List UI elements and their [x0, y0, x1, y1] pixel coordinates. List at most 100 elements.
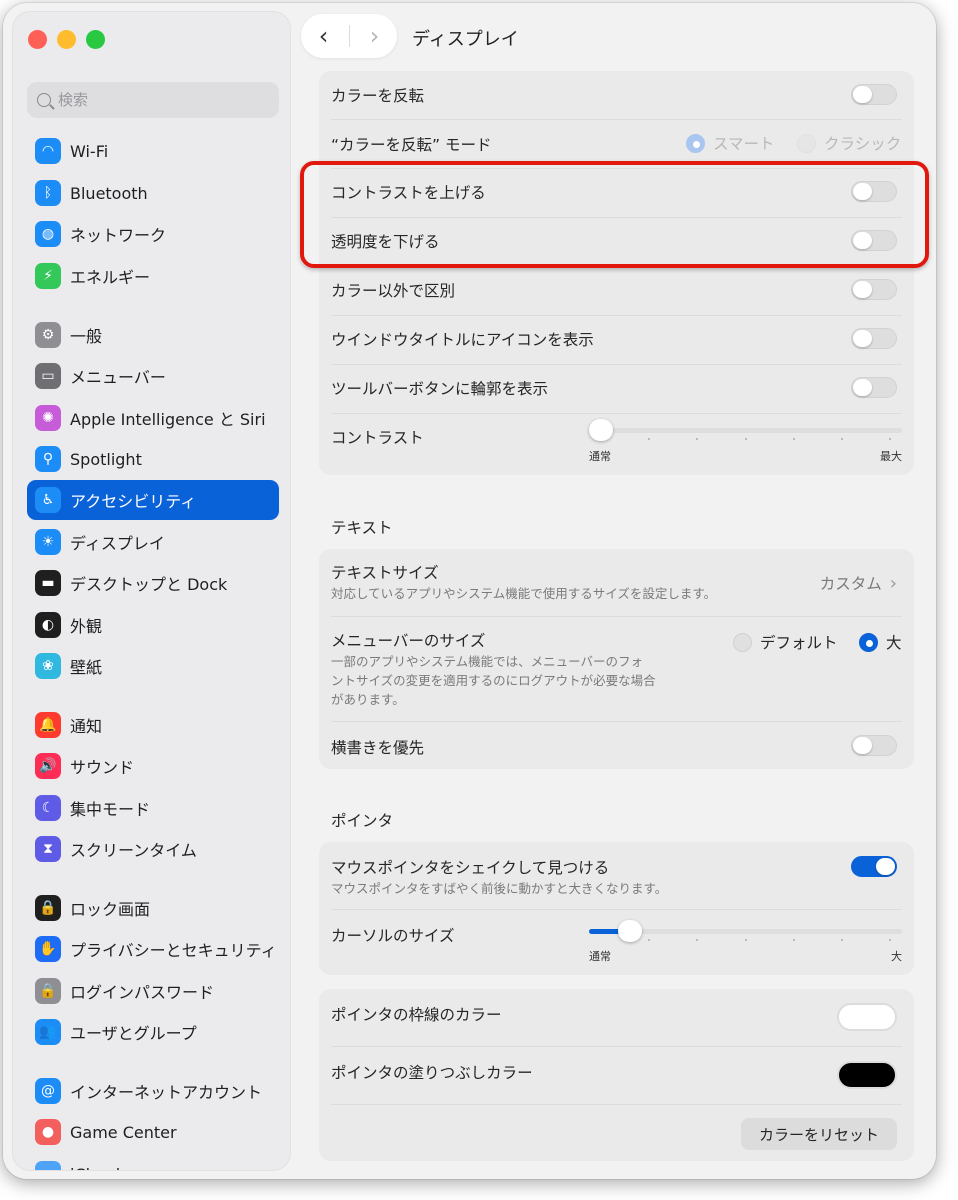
accessibility-icon: ♿ — [35, 487, 61, 513]
speaker-icon: 🔊 — [35, 753, 61, 779]
sidebar-item[interactable]: ⚲ Spotlight — [27, 439, 279, 479]
slider-tick — [648, 939, 651, 941]
invert-colors-toggle[interactable] — [851, 84, 897, 105]
radio-dot — [797, 133, 816, 153]
sidebar-item[interactable]: 🔒 ロック画面 — [27, 888, 279, 928]
sidebar-item-label: Bluetooth — [70, 183, 148, 203]
menubar-icon: ▭ — [35, 363, 61, 389]
slider-tick — [696, 939, 699, 941]
cursor-min-label: 通常 — [589, 950, 611, 963]
hourglass-icon: ⧗ — [35, 836, 61, 862]
sidebar-item[interactable]: ✋ プライバシーとセキュリティ — [27, 929, 279, 969]
contrast-slider[interactable] — [589, 416, 902, 446]
sidebar-item-label: ディスプレイ — [70, 534, 165, 553]
sidebar-item[interactable]: ♿ アクセシビリティ — [27, 480, 279, 520]
radio-dot — [733, 632, 752, 652]
game-center-icon: ● — [35, 1119, 61, 1145]
sidebar-item[interactable]: 🔔 通知 — [27, 705, 279, 745]
sidebar-item[interactable]: ᛒ Bluetooth — [27, 173, 279, 213]
slider-tick — [840, 939, 843, 941]
globe-icon: ◍ — [35, 221, 61, 247]
radio-smart[interactable]: スマート — [686, 132, 775, 154]
shake-to-locate-label: マウスポインタをシェイクして見つける — [331, 859, 610, 877]
shake-to-locate-toggle[interactable] — [851, 856, 897, 877]
slider-knob[interactable] — [617, 920, 642, 942]
text-size-description: 対応しているアプリやシステム機能で使用するサイズを設定します。 — [331, 586, 717, 601]
slider-knob[interactable] — [589, 419, 613, 441]
reset-colors-button[interactable]: カラーをリセット — [741, 1118, 897, 1150]
sidebar-item-label: Wi-Fi — [70, 141, 109, 161]
toolbar-button-shapes-toggle[interactable] — [851, 377, 897, 398]
slider-tick — [840, 438, 843, 440]
text-size-value-label: カスタム — [819, 575, 882, 593]
sidebar-item[interactable]: ◠ Wi-Fi — [27, 131, 279, 171]
sidebar-item-label: アクセシビリティ — [70, 492, 197, 511]
slider-tick — [792, 939, 795, 941]
menubar-size-description-1: 一部のアプリやシステム機能では、メニューバーのフォ — [331, 654, 644, 669]
sidebar-item[interactable]: ⧗ スクリーンタイム — [27, 829, 279, 869]
sidebar-item-label: サウンド — [70, 758, 135, 777]
cursor-max-label: 大 — [891, 950, 902, 963]
text-settings-group: テキストサイズ 対応しているアプリやシステム機能で使用するサイズを設定します。 … — [319, 549, 914, 769]
sidebar-item[interactable]: ◐ 外観 — [27, 605, 279, 645]
sidebar-item[interactable]: 🔊 サウンド — [27, 746, 279, 786]
slider-tick — [889, 438, 891, 440]
sidebar-item[interactable]: @ インターネットアカウント — [27, 1071, 279, 1111]
search-field[interactable] — [27, 82, 279, 118]
contrast-label: コントラスト — [331, 429, 424, 447]
sidebar-item[interactable]: ⚡ エネルギー — [27, 256, 279, 296]
sidebar-item-label: 一般 — [70, 327, 103, 346]
close-button[interactable] — [28, 30, 47, 49]
row-prefer-horizontal: 横書きを優先 — [319, 722, 914, 769]
chevron-right-icon: › — [889, 572, 897, 594]
minimize-button[interactable] — [57, 30, 76, 49]
fill-color-well[interactable] — [837, 1061, 897, 1089]
text-size-value[interactable]: カスタム › — [820, 572, 897, 594]
window-title-icons-label: ウインドウタイトルにアイコンを表示 — [331, 331, 594, 349]
sidebar-item-label: 通知 — [70, 717, 103, 736]
sidebar-item[interactable]: ☀ ディスプレイ — [27, 522, 279, 562]
sidebar-item[interactable]: ◍ ネットワーク — [27, 214, 279, 254]
outline-color-well[interactable] — [837, 1003, 897, 1031]
page-title: ディスプレイ — [412, 29, 519, 50]
sidebar-item[interactable]: ☁ iCloud — [27, 1154, 279, 1171]
sidebar: ◠ Wi-Fi ᛒ Bluetooth ◍ ネットワーク ⚡ エネルギー ⚙ 一般 ▭ メニューバー ✺… — [12, 11, 291, 1171]
sidebar-item[interactable]: ● Game Center — [27, 1112, 279, 1152]
window-title-icons-toggle[interactable] — [851, 328, 897, 349]
sidebar-item[interactable]: ☾ 集中モード — [27, 788, 279, 828]
sidebar-item-label: iCloud — [70, 1165, 120, 1171]
forward-button[interactable]: › — [355, 16, 395, 56]
back-button[interactable]: ‹ — [304, 16, 344, 56]
cursor-size-label: カーソルのサイズ — [331, 927, 455, 945]
sidebar-item[interactable]: ▬ デスクトップと Dock — [27, 563, 279, 603]
slider-track — [589, 428, 902, 433]
lock-icon: 🔒 — [35, 895, 61, 921]
slider-tick — [744, 939, 747, 941]
cursor-size-slider[interactable] — [589, 917, 902, 947]
sidebar-item-label: インターネットアカウント — [70, 1083, 263, 1102]
cloud-icon: ☁ — [35, 1161, 61, 1170]
display-icon: ☀ — [35, 529, 61, 555]
sidebar-item[interactable]: ▭ メニューバー — [27, 356, 279, 396]
sidebar-item[interactable]: 👥 ユーザとグループ — [27, 1012, 279, 1052]
sidebar-item[interactable]: ✺ Apple Intelligence と Siri — [27, 398, 279, 438]
contrast-max-label: 最大 — [880, 450, 902, 463]
spotlight-icon: ⚲ — [35, 446, 61, 472]
radio-smart-label: スマート — [713, 135, 775, 153]
differentiate-toggle[interactable] — [851, 279, 897, 300]
radio-menubar-large[interactable]: 大 — [859, 631, 902, 653]
row-text-size[interactable]: テキストサイズ 対応しているアプリやシステム機能で使用するサイズを設定します。 … — [319, 549, 914, 616]
prefer-horizontal-toggle[interactable] — [851, 735, 897, 756]
zoom-button[interactable] — [86, 30, 105, 49]
sidebar-item-label: Apple Intelligence と Siri — [70, 410, 266, 429]
sidebar-item[interactable]: ❀ 壁紙 — [27, 646, 279, 686]
search-input[interactable] — [58, 91, 258, 109]
slider-tick — [696, 438, 699, 440]
radio-classic[interactable]: クラシック — [797, 132, 901, 154]
sidebar-item[interactable]: 🔒 ログインパスワード — [27, 971, 279, 1011]
sidebar-item[interactable]: ⚙ 一般 — [27, 315, 279, 355]
slider-tick — [744, 438, 747, 440]
sidebar-item-label: Game Center — [70, 1122, 177, 1142]
differentiate-label: カラー以外で区別 — [331, 282, 456, 300]
radio-menubar-default[interactable]: デフォルト — [733, 631, 838, 653]
